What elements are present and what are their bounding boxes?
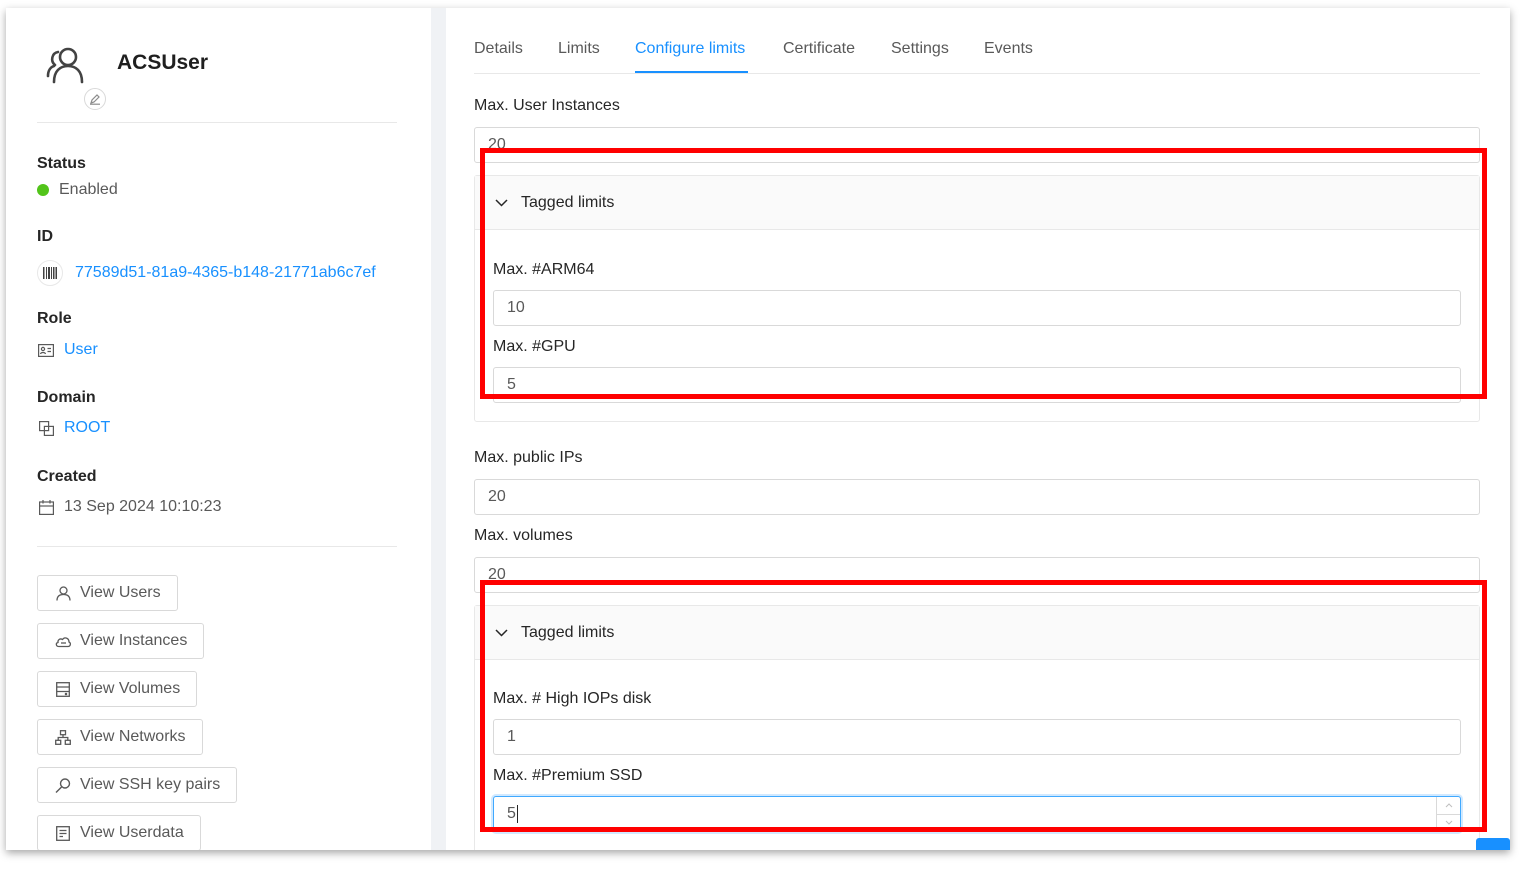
username: ACSUser: [117, 51, 209, 74]
network-icon: [54, 728, 72, 746]
button-label: View Networks: [80, 728, 186, 745]
tab-certificate[interactable]: Certificate: [783, 40, 855, 58]
button-label: View SSH key pairs: [80, 776, 221, 793]
decrement-button[interactable]: [1437, 815, 1460, 832]
id-label: ID: [37, 228, 53, 245]
max-gpu-input[interactable]: 5: [493, 367, 1461, 403]
domain-label: Domain: [37, 389, 96, 406]
number-spinner: [1436, 797, 1460, 831]
view-users-button[interactable]: View Users: [37, 575, 178, 611]
chevron-down-icon: [493, 195, 509, 211]
status-value: Enabled: [37, 181, 118, 199]
role-label: Role: [37, 310, 72, 327]
tagged-limits-header[interactable]: Tagged limits: [475, 606, 1479, 660]
key-icon: [54, 776, 72, 794]
tab-events[interactable]: Events: [984, 40, 1033, 58]
input-value: 5: [507, 805, 516, 822]
tab-configure-limits[interactable]: Configure limits: [635, 40, 745, 58]
max-volumes-label: Max. volumes: [474, 527, 573, 544]
tagged-limits-title: Tagged limits: [521, 193, 615, 211]
view-volumes-button[interactable]: View Volumes: [37, 671, 198, 707]
status-text: Enabled: [59, 181, 118, 198]
max-user-instances-input[interactable]: 20: [474, 127, 1480, 163]
max-premium-ssd-input[interactable]: 5: [493, 796, 1461, 832]
button-label: View Volumes: [80, 680, 181, 697]
id-value: 77589d51-81a9-4365-b148-21771ab6c7ef: [37, 260, 376, 286]
tagged-limits-panel-volumes: Tagged limits Max. # High IOPs disk 1 Ma…: [474, 605, 1480, 850]
input-value: 20: [488, 136, 506, 153]
account-summary-panel: ACSUser Status Enabled ID 77589d51-81a9-…: [6, 8, 431, 850]
max-public-ips-input[interactable]: 20: [474, 479, 1480, 515]
user-icon: [54, 584, 72, 602]
max-arm64-input[interactable]: 10: [493, 290, 1461, 326]
button-label: View Users: [80, 584, 161, 601]
divider: [37, 546, 397, 547]
button-label: View Userdata: [80, 824, 184, 841]
chevron-up-icon: [1445, 803, 1452, 808]
max-arm64-label: Max. #ARM64: [493, 261, 595, 278]
chevron-down-icon: [1445, 820, 1452, 825]
domain-link[interactable]: ROOT: [64, 419, 110, 437]
input-value: 20: [488, 488, 506, 505]
increment-button[interactable]: [1437, 797, 1460, 815]
tab-limits[interactable]: Limits: [558, 40, 600, 58]
role-link[interactable]: User: [64, 341, 98, 359]
block-icon: [37, 419, 55, 437]
role-value: User: [37, 341, 98, 359]
tab-settings[interactable]: Settings: [891, 40, 949, 58]
id-link[interactable]: 77589d51-81a9-4365-b148-21771ab6c7ef: [75, 264, 376, 282]
status-label: Status: [37, 155, 86, 172]
max-gpu-label: Max. #GPU: [493, 338, 576, 355]
created-value: 13 Sep 2024 10:10:23: [37, 498, 221, 516]
tagged-limits-title: Tagged limits: [521, 623, 615, 641]
input-value: 20: [488, 566, 506, 583]
max-user-instances-label: Max. User Instances: [474, 97, 620, 114]
divider: [37, 122, 397, 123]
input-value: 10: [507, 299, 525, 316]
button-label: View Instances: [80, 632, 188, 649]
cloud-icon: [54, 632, 72, 650]
configure-limits-panel: Details Limits Configure limits Certific…: [446, 8, 1510, 850]
tagged-limits-header[interactable]: Tagged limits: [475, 176, 1479, 230]
edit-avatar-button[interactable]: [84, 88, 106, 110]
max-volumes-input[interactable]: 20: [474, 557, 1480, 593]
hdd-icon: [54, 680, 72, 698]
view-networks-button[interactable]: View Networks: [37, 719, 203, 755]
scroll-to-top-button[interactable]: [1476, 838, 1510, 850]
created-label: Created: [37, 468, 97, 485]
calendar-icon: [37, 498, 55, 516]
tagged-limits-panel-instances: Tagged limits Max. #ARM64 10 Max. #GPU 5: [474, 175, 1480, 422]
max-high-iops-disk-label: Max. # High IOPs disk: [493, 690, 652, 707]
max-public-ips-label: Max. public IPs: [474, 449, 583, 466]
input-value: 5: [507, 376, 516, 393]
domain-value: ROOT: [37, 419, 110, 437]
solution-icon: [54, 824, 72, 842]
view-instances-button[interactable]: View Instances: [37, 623, 205, 659]
status-dot-icon: [37, 184, 49, 196]
chevron-down-icon: [493, 625, 509, 641]
edit-icon: [90, 94, 100, 105]
team-user-icon: [46, 47, 84, 84]
idcard-icon: [37, 341, 55, 359]
text-caret: [516, 805, 518, 823]
max-high-iops-disk-input[interactable]: 1: [493, 719, 1461, 755]
barcode-icon[interactable]: [37, 260, 63, 286]
tab-bar: Details Limits Configure limits Certific…: [474, 8, 1480, 74]
active-tab-indicator: [635, 71, 748, 73]
view-ssh-key-pairs-button[interactable]: View SSH key pairs: [37, 767, 238, 803]
app-window: ACSUser Status Enabled ID 77589d51-81a9-…: [6, 8, 1510, 850]
max-premium-ssd-label: Max. #Premium SSD: [493, 767, 643, 784]
created-text: 13 Sep 2024 10:10:23: [64, 498, 222, 515]
view-userdata-button[interactable]: View Userdata: [37, 815, 201, 850]
tab-details[interactable]: Details: [474, 40, 523, 58]
input-value: 1: [507, 728, 516, 745]
